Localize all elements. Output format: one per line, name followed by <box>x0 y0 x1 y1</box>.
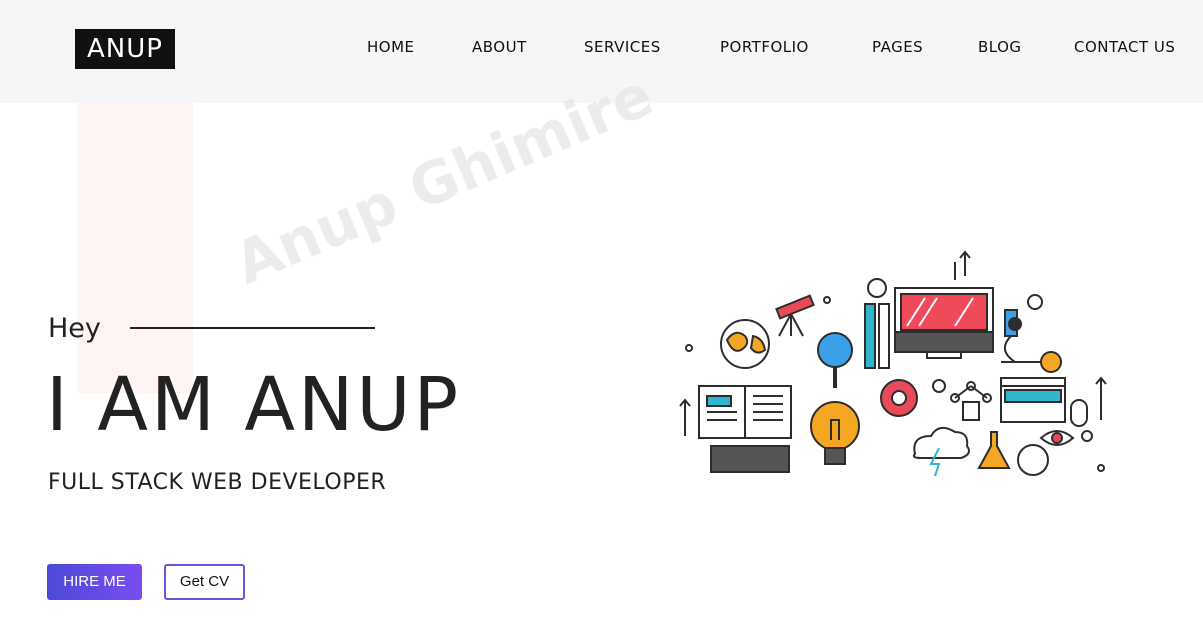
mouse-icon <box>1070 399 1088 427</box>
nav-contact-us[interactable]: CONTACT US <box>1074 38 1175 56</box>
microscope-icon <box>1001 309 1041 363</box>
nav-services[interactable]: SERVICES <box>584 38 661 56</box>
nav-blog[interactable]: BLOG <box>978 38 1022 56</box>
hero-title: I AM ANUP <box>46 362 462 448</box>
globe-icon <box>720 319 770 369</box>
eye-icon <box>1039 430 1075 446</box>
lightbulb-icon <box>810 401 860 465</box>
flask-icon <box>977 431 1011 469</box>
magnifier-icon <box>817 332 853 388</box>
pencil-icon <box>864 303 890 369</box>
keyboard-icon <box>710 445 790 473</box>
nav-portfolio[interactable]: PORTFOLIO <box>720 38 809 56</box>
get-cv-button[interactable]: Get CV <box>164 564 245 600</box>
telescope-icon <box>775 294 815 337</box>
hire-me-button[interactable]: HIRE ME <box>47 564 142 600</box>
decorative-strip <box>77 103 193 393</box>
main-nav: HOME ABOUT SERVICES PORTFOLIO PAGES BLOG… <box>0 38 1203 62</box>
play-icon <box>1040 351 1062 373</box>
network-icon <box>950 381 992 421</box>
gear-icon <box>880 379 918 417</box>
cloud-icon <box>912 426 970 477</box>
hero-subtitle: FULL STACK WEB DEVELOPER <box>48 470 387 495</box>
greeting: Hey <box>48 313 101 344</box>
greeting-underline <box>130 327 375 329</box>
nav-pages[interactable]: PAGES <box>872 38 923 56</box>
tech-illustration <box>679 250 1107 477</box>
nav-home[interactable]: HOME <box>367 38 415 56</box>
book-icon <box>698 385 792 439</box>
laptop-icon <box>894 287 994 359</box>
nav-about[interactable]: ABOUT <box>472 38 527 56</box>
browser-window-icon <box>1000 377 1066 423</box>
